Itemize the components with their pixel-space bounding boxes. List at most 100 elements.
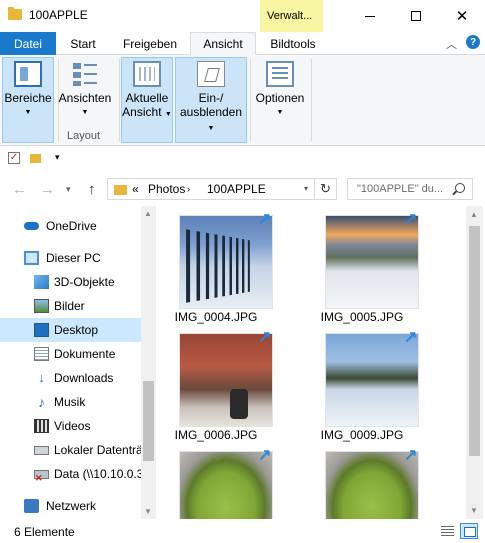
nav-item-label: Desktop: [54, 323, 99, 337]
customize-toolbar-chevron-icon[interactable]: ▾: [55, 152, 60, 163]
search-placeholder: "100APPLE" du...: [357, 183, 444, 195]
breadcrumb-100apple[interactable]: 100APPLE: [207, 182, 266, 196]
file-tile[interactable]: IMG_0005.JPG: [302, 206, 422, 324]
sync-status-icon: [258, 445, 274, 465]
scroll-down-icon[interactable]: ▼: [470, 506, 478, 515]
minimize-button[interactable]: [347, 0, 393, 32]
options-icon: [266, 61, 294, 87]
folder-icon: [114, 185, 127, 195]
context-tab-header[interactable]: Verwalt...: [260, 0, 323, 32]
nav-item-network-drive[interactable]: Data (\\10.10.0.3: [0, 462, 143, 486]
tab-start[interactable]: Start: [56, 32, 110, 55]
show-hide-button[interactable]: Ein-/ ausblenden ▼: [175, 59, 247, 136]
downloads-icon: ↓: [38, 370, 45, 385]
search-icon: [455, 183, 465, 193]
navigation-pane: OneDrive Dieser PC 3D-Objekte Bilder Des…: [0, 206, 156, 519]
layout-views-button[interactable]: Ansichten ▼: [58, 59, 112, 120]
chevron-down-icon: ▼: [276, 109, 284, 116]
panes-button[interactable]: Bereiche ▼: [4, 59, 52, 120]
back-arrow-icon[interactable]: ←: [12, 181, 27, 198]
nav-item-this-pc[interactable]: Dieser PC: [0, 246, 141, 270]
scroll-down-icon[interactable]: ▼: [144, 507, 152, 516]
file-tile[interactable]: [156, 442, 276, 519]
tab-view[interactable]: Ansicht: [190, 32, 256, 56]
nav-item-label: Videos: [54, 419, 91, 433]
nav-item-downloads[interactable]: ↓ Downloads: [0, 366, 141, 390]
ribbon-divider: [250, 59, 251, 141]
maximize-button[interactable]: [393, 0, 439, 32]
breadcrumb-photos[interactable]: Photos: [148, 182, 185, 196]
nav-item-label: Bilder: [54, 299, 85, 313]
recent-locations-chevron-icon[interactable]: ▾: [66, 184, 71, 195]
search-box[interactable]: "100APPLE" du...: [347, 178, 473, 200]
nav-item-label: 3D-Objekte: [54, 275, 115, 289]
nav-item-documents[interactable]: Dokumente: [0, 342, 141, 366]
help-icon[interactable]: ?: [466, 35, 480, 49]
refresh-icon[interactable]: ↻: [314, 179, 336, 199]
layout-icon: [71, 61, 99, 87]
nav-item-label: Musik: [54, 395, 86, 409]
nav-item-local-drive[interactable]: Lokaler Datenträ: [0, 438, 143, 462]
onedrive-icon: [24, 222, 39, 230]
scrollbar-thumb[interactable]: [143, 381, 154, 461]
status-bar: 6 Elemente: [0, 519, 485, 543]
music-icon: ♪: [38, 394, 45, 410]
address-bar[interactable]: « Photos › 100APPLE ▾ ↻: [107, 178, 337, 200]
nav-item-network[interactable]: Netzwerk: [0, 494, 141, 518]
local-drive-icon: [34, 446, 49, 455]
item-count: 6 Elemente: [14, 525, 75, 539]
ribbon-divider: [119, 59, 120, 141]
options-button[interactable]: Optionen ▼: [252, 59, 308, 120]
chevron-down-icon: ▼: [24, 109, 32, 116]
ribbon-tabs: Datei Start Freigeben Ansicht Bildtools: [0, 32, 485, 56]
tab-picture-tools[interactable]: Bildtools: [262, 32, 324, 55]
chevron-down-icon: ▼: [164, 111, 172, 118]
new-folder-icon[interactable]: [30, 154, 41, 163]
nav-item-onedrive[interactable]: OneDrive: [0, 214, 141, 238]
large-icons-view-icon[interactable]: [460, 523, 478, 539]
chevron-down-icon: ▼: [81, 109, 89, 116]
nav-pane-scrollbar[interactable]: ▲ ▼: [141, 206, 156, 519]
ribbon-divider: [311, 59, 312, 141]
breadcrumb-overflow[interactable]: «: [132, 182, 139, 196]
address-dropdown-chevron-icon[interactable]: ▾: [304, 184, 308, 193]
current-view-label-line1: Aktuelle: [125, 91, 169, 105]
tab-file[interactable]: Datei: [0, 32, 56, 55]
scroll-up-icon[interactable]: ▲: [144, 209, 152, 218]
desktop-icon: [34, 323, 49, 337]
breadcrumb-separator-icon[interactable]: ›: [187, 184, 190, 194]
sync-status-icon: [404, 209, 420, 229]
current-view-button[interactable]: Aktuelle Ansicht ▼: [121, 59, 173, 122]
tab-share[interactable]: Freigeben: [110, 32, 190, 55]
nav-item-desktop[interactable]: Desktop: [0, 318, 141, 342]
ribbon: Bereiche ▼ Ansichten ▼ Layout Aktuelle A…: [0, 55, 485, 146]
show-hide-icon: [197, 61, 225, 87]
close-button[interactable]: ✕: [439, 0, 485, 32]
nav-item-videos[interactable]: Videos: [0, 414, 141, 438]
details-view-icon[interactable]: [439, 523, 457, 539]
scroll-up-icon[interactable]: ▲: [470, 210, 478, 219]
file-view: IMG_0004.JPG IMG_0005.JPG IMG_0006.JPG I…: [156, 206, 466, 519]
nav-item-label: Dieser PC: [46, 251, 101, 265]
nav-item-label: Downloads: [54, 371, 114, 385]
up-arrow-icon[interactable]: ↑: [88, 181, 96, 198]
forward-arrow-icon[interactable]: →: [40, 181, 55, 198]
pictures-icon: [34, 299, 49, 313]
properties-check-icon[interactable]: ✓: [8, 152, 20, 164]
ribbon-collapse-chevron-icon[interactable]: ︿: [446, 36, 457, 52]
nav-item-pictures[interactable]: Bilder: [0, 294, 141, 318]
file-thumbnail: [180, 216, 272, 308]
show-hide-label-line1: Ein-/: [198, 91, 224, 105]
nav-item-label: Netzwerk: [46, 499, 97, 513]
content-scrollbar[interactable]: ▲ ▼: [466, 206, 483, 519]
layout-views-label: Ansichten: [58, 91, 112, 105]
nav-item-music[interactable]: ♪ Musik: [0, 390, 141, 414]
file-tile[interactable]: [302, 442, 422, 519]
minimize-icon: [365, 15, 375, 17]
videos-icon: [34, 419, 49, 433]
nav-item-3d-objects[interactable]: 3D-Objekte: [0, 270, 141, 294]
scrollbar-thumb[interactable]: [469, 226, 480, 456]
file-tile[interactable]: IMG_0006.JPG: [156, 324, 276, 442]
file-tile[interactable]: IMG_0004.JPG: [156, 206, 276, 324]
file-tile[interactable]: IMG_0009.JPG: [302, 324, 422, 442]
